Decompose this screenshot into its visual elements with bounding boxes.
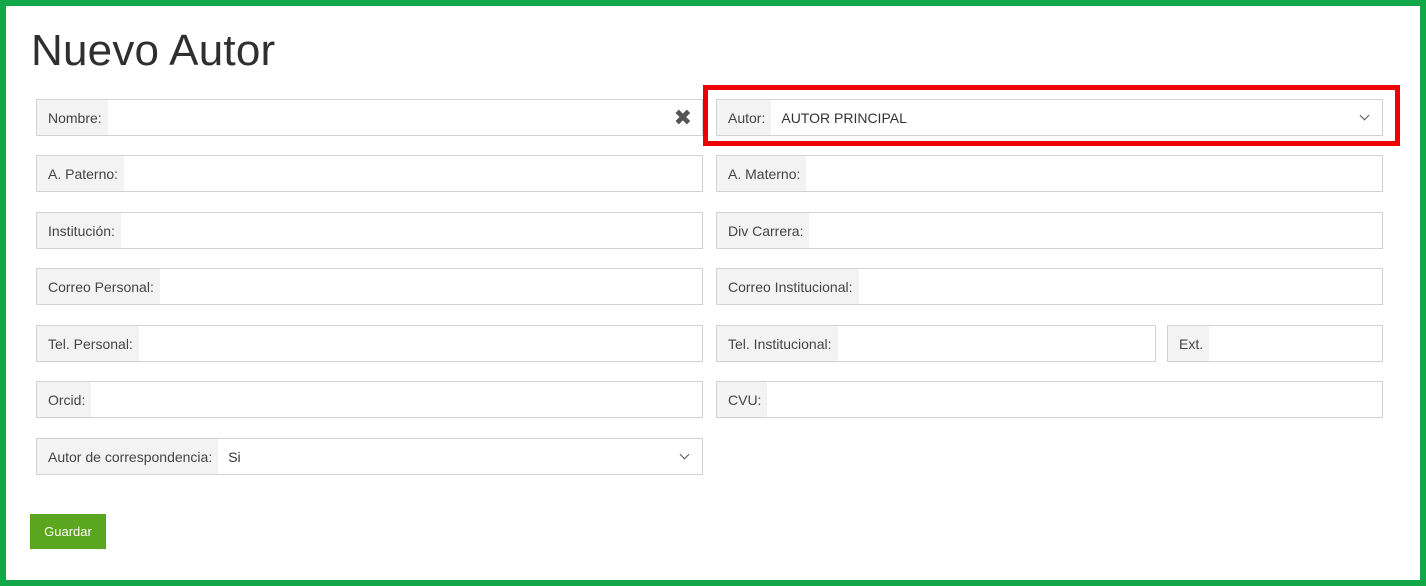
orcid-field[interactable]: Orcid: xyxy=(36,381,703,418)
correo-personal-field[interactable]: Correo Personal: xyxy=(36,268,703,305)
autor-label: Autor: xyxy=(717,100,772,135)
cvu-input[interactable] xyxy=(767,382,1382,417)
a-paterno-field[interactable]: A. Paterno: xyxy=(36,155,703,192)
correo-institucional-input[interactable] xyxy=(858,269,1382,304)
correo-institucional-field[interactable]: Correo Institucional: xyxy=(716,268,1383,305)
a-paterno-label: A. Paterno: xyxy=(37,156,125,191)
autor-selected-value[interactable]: AUTOR PRINCIPAL xyxy=(771,100,1382,135)
institucion-input[interactable] xyxy=(120,213,702,248)
ext-input[interactable] xyxy=(1209,326,1382,361)
correo-institucional-label: Correo Institucional: xyxy=(717,269,859,304)
page-title: Nuevo Autor xyxy=(31,26,276,75)
close-x-icon[interactable]: ✖ xyxy=(674,107,692,129)
nombre-field[interactable]: Nombre: ✖ xyxy=(36,99,703,136)
ext-field[interactable]: Ext. xyxy=(1167,325,1383,362)
tel-institucional-field[interactable]: Tel. Institucional: xyxy=(716,325,1156,362)
save-button[interactable]: Guardar xyxy=(30,514,106,549)
nombre-input[interactable] xyxy=(107,100,702,135)
a-paterno-input[interactable] xyxy=(124,156,702,191)
a-materno-field[interactable]: A. Materno: xyxy=(716,155,1383,192)
autor-correspondencia-label: Autor de correspondencia: xyxy=(37,439,219,474)
orcid-label: Orcid: xyxy=(37,382,92,417)
cvu-label: CVU: xyxy=(717,382,768,417)
tel-personal-label: Tel. Personal: xyxy=(37,326,139,361)
cvu-field[interactable]: CVU: xyxy=(716,381,1383,418)
autor-correspondencia-select[interactable]: Autor de correspondencia: Si xyxy=(36,438,703,475)
correo-personal-input[interactable] xyxy=(159,269,702,304)
div-carrera-field[interactable]: Div Carrera: xyxy=(716,212,1383,249)
div-carrera-label: Div Carrera: xyxy=(717,213,810,248)
autor-correspondencia-selected-value[interactable]: Si xyxy=(218,439,702,474)
a-materno-input[interactable] xyxy=(806,156,1382,191)
institucion-field[interactable]: Institución: xyxy=(36,212,703,249)
tel-institucional-label: Tel. Institucional: xyxy=(717,326,838,361)
tel-institucional-input[interactable] xyxy=(837,326,1155,361)
a-materno-label: A. Materno: xyxy=(717,156,807,191)
autor-select[interactable]: Autor: AUTOR PRINCIPAL xyxy=(716,99,1383,136)
tel-personal-field[interactable]: Tel. Personal: xyxy=(36,325,703,362)
orcid-input[interactable] xyxy=(91,382,702,417)
nombre-label: Nombre: xyxy=(37,100,108,135)
institucion-label: Institución: xyxy=(37,213,121,248)
div-carrera-input[interactable] xyxy=(809,213,1382,248)
tel-personal-input[interactable] xyxy=(138,326,702,361)
correo-personal-label: Correo Personal: xyxy=(37,269,160,304)
ext-label: Ext. xyxy=(1168,326,1210,361)
